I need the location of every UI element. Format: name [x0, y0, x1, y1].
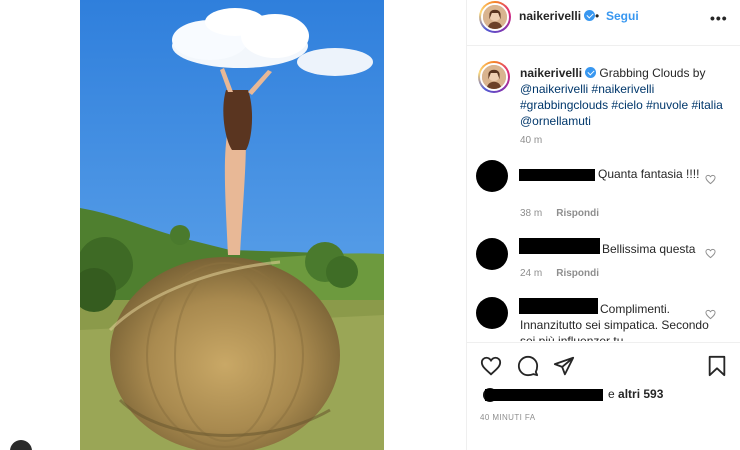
more-icon[interactable]: ••• [710, 10, 728, 26]
post-actions: e altri 593 40 MINUTI FA [467, 342, 740, 450]
comment-text: Quanta fantasia !!!! [598, 167, 700, 181]
likes-count[interactable]: e altri 593 [608, 387, 663, 401]
post-timestamp[interactable]: 40 MINUTI FA [480, 413, 535, 422]
instagram-post-page: naikerivelli • Segui ••• naikerivelli Gr… [0, 0, 740, 450]
caption-plain-text: Grabbing Clouds by [599, 66, 706, 80]
comment-item: Bellissima questa 24 m Rispondi [467, 238, 740, 298]
post-header: naikerivelli • Segui ••• [467, 0, 740, 46]
caption-mention-2[interactable]: @ornellamuti [520, 114, 591, 128]
comment-icon[interactable] [517, 355, 539, 377]
author-username-text[interactable]: naikerivelli [519, 9, 581, 23]
heart-icon[interactable] [705, 248, 716, 259]
caption-avatar-photo [480, 63, 508, 91]
caption-avatar[interactable] [478, 61, 510, 93]
comment-avatar-redacted[interactable] [476, 160, 508, 192]
post-photo-image [80, 0, 384, 450]
verified-badge-icon [585, 67, 597, 78]
comment-avatar-redacted[interactable] [476, 297, 508, 329]
share-icon[interactable] [553, 355, 575, 377]
heart-icon[interactable] [480, 355, 502, 377]
post-photo[interactable] [80, 0, 384, 450]
author-avatar[interactable] [479, 1, 511, 33]
likes-prefix: e [608, 387, 615, 401]
comment-text: Complimenti. Innanzitutto sei simpatica.… [520, 302, 709, 341]
reply-button[interactable]: Rispondi [556, 208, 599, 219]
comment-meta: 24 m Rispondi [520, 268, 599, 279]
comment-item: Complimenti. Innanzitutto sei simpatica.… [467, 297, 740, 341]
bookmark-icon[interactable] [706, 355, 728, 377]
caption-text: naikerivelli Grabbing Clouds by @naikeri… [520, 65, 725, 129]
comment-avatar-redacted[interactable] [476, 238, 508, 270]
reply-button[interactable]: Rispondi [556, 268, 599, 279]
author-avatar-image [483, 5, 507, 29]
comment-text: Bellissima questa [602, 242, 696, 256]
caption-time[interactable]: 40 m [520, 135, 542, 146]
post-side-panel: naikerivelli • Segui ••• naikerivelli Gr… [466, 0, 740, 450]
verified-badge-icon [584, 10, 596, 21]
author-avatar-photo [481, 3, 509, 31]
comments-list[interactable]: naikerivelli Grabbing Clouds by @naikeri… [467, 47, 740, 341]
author-username[interactable]: naikerivelli [519, 9, 596, 23]
header-separator: • [595, 9, 600, 23]
heart-icon[interactable] [705, 309, 716, 320]
caption-mention[interactable]: @naikerivelli [520, 82, 588, 96]
follow-button[interactable]: Segui [606, 9, 639, 23]
caption-avatar-image [482, 65, 506, 89]
carousel-indicator[interactable] [10, 440, 32, 450]
caption-username[interactable]: naikerivelli [520, 66, 582, 80]
comment-item: Quanta fantasia !!!! 38 m Rispondi [467, 160, 740, 220]
comment-meta: 38 m Rispondi [520, 208, 599, 219]
likes-others[interactable]: altri 593 [618, 387, 663, 401]
liker-name-redacted[interactable] [485, 389, 603, 401]
comment-time[interactable]: 38 m [520, 208, 542, 219]
comment-time[interactable]: 24 m [520, 268, 542, 279]
heart-icon[interactable] [705, 174, 716, 185]
likes-summary: e altri 593 [467, 385, 740, 405]
photo-column [0, 0, 466, 450]
